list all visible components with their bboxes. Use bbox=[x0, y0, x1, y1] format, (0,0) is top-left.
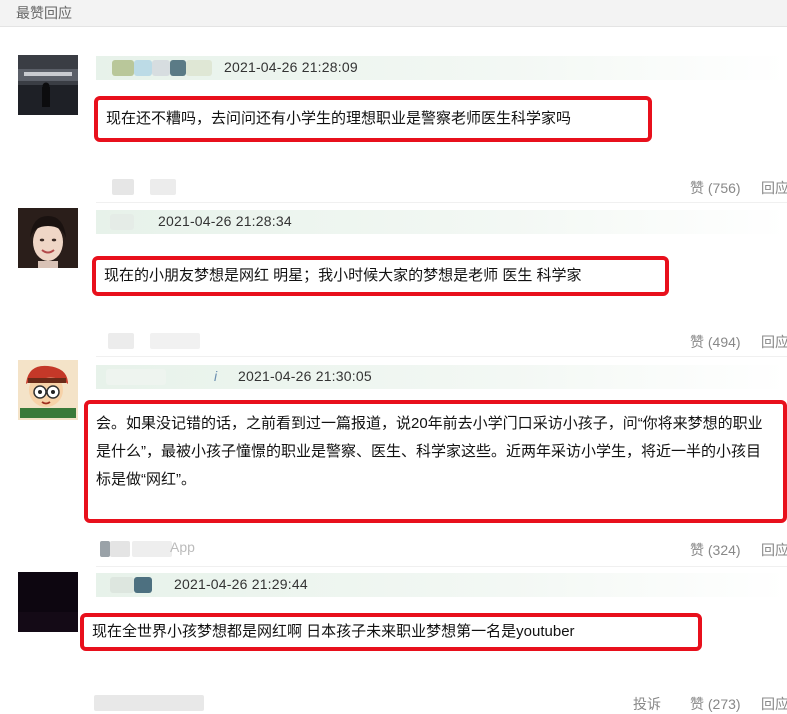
reply-button[interactable]: 回应 bbox=[761, 178, 787, 198]
comment-timestamp: 2021-04-26 21:28:34 bbox=[158, 213, 292, 229]
username-blurred[interactable] bbox=[186, 60, 212, 76]
avatar[interactable] bbox=[18, 55, 78, 115]
section-title: 最赞回应 bbox=[16, 5, 72, 21]
comment-actions: App 赞 (324) 回应 bbox=[0, 538, 787, 560]
username-blurred[interactable] bbox=[110, 214, 134, 230]
comment-timestamp: 2021-04-26 21:30:05 bbox=[238, 368, 372, 384]
username-blurred[interactable] bbox=[112, 179, 134, 195]
username-blurred[interactable] bbox=[112, 60, 134, 76]
comment-meta: i 2021-04-26 21:30:05 bbox=[96, 365, 787, 389]
divider bbox=[96, 356, 787, 357]
reply-button[interactable]: 回应 bbox=[761, 332, 787, 352]
reply-button[interactable]: 回应 bbox=[761, 694, 787, 714]
username-blurred[interactable] bbox=[150, 333, 200, 349]
comment-text: 会。如果没记错的话，之前看到过一篇报道，说20年前去小学门口采访小孩子，问“你将… bbox=[96, 415, 763, 488]
username-blurred[interactable] bbox=[152, 60, 170, 76]
section-header: 最赞回应 bbox=[0, 0, 787, 27]
like-button[interactable]: 赞 (494) bbox=[690, 332, 741, 352]
avatar[interactable] bbox=[18, 360, 78, 420]
highlight-box: 会。如果没记错的话，之前看到过一篇报道，说20年前去小学门口采访小孩子，问“你将… bbox=[84, 400, 787, 523]
username-blurred[interactable] bbox=[134, 577, 152, 593]
comment-meta: 2021-04-26 21:28:09 bbox=[96, 56, 787, 80]
reply-button[interactable]: 回应 bbox=[761, 540, 787, 560]
comment-timestamp: 2021-04-26 21:28:09 bbox=[224, 59, 358, 75]
comment-meta: 2021-04-26 21:29:44 bbox=[96, 573, 787, 597]
comment-actions: 赞 (756) 回应 bbox=[0, 176, 787, 198]
username-blurred[interactable] bbox=[170, 60, 186, 76]
username-blurred[interactable] bbox=[108, 333, 134, 349]
comment-text: 现在的小朋友梦想是网红 明星；我小时候大家的梦想是老师 医生 科学家 bbox=[104, 267, 582, 284]
avatar-image bbox=[18, 360, 78, 420]
comment-text: 现在还不糟吗，去问问还有小学生的理想职业是警察老师医生科学家吗 bbox=[106, 110, 572, 127]
like-button[interactable]: 赞 (273) bbox=[690, 694, 741, 714]
comment-actions: 投诉 赞 (273) 回应 bbox=[0, 692, 787, 714]
avatar-image bbox=[18, 572, 78, 632]
comment-timestamp: 2021-04-26 21:29:44 bbox=[174, 576, 308, 592]
username-blurred[interactable] bbox=[110, 541, 130, 557]
highlight-box: 现在全世界小孩梦想都是网红啊 日本孩子未来职业梦想第一名是youtuber bbox=[80, 613, 702, 651]
highlight-box: 现在的小朋友梦想是网红 明星；我小时候大家的梦想是老师 医生 科学家 bbox=[92, 256, 669, 296]
username-blurred[interactable] bbox=[100, 541, 110, 557]
avatar-image bbox=[18, 55, 78, 115]
avatar[interactable] bbox=[18, 572, 78, 632]
comment-meta: 2021-04-26 21:28:34 bbox=[96, 210, 787, 234]
username-blurred[interactable] bbox=[150, 179, 176, 195]
avatar[interactable] bbox=[18, 208, 78, 268]
username-blurred[interactable] bbox=[94, 695, 204, 711]
app-label: App bbox=[170, 539, 195, 555]
report-button[interactable]: 投诉 bbox=[633, 694, 661, 714]
comment-actions: 赞 (494) 回应 bbox=[0, 330, 787, 352]
username-blurred[interactable] bbox=[132, 541, 172, 557]
divider bbox=[96, 566, 787, 567]
like-button[interactable]: 赞 (756) bbox=[690, 178, 741, 198]
username-blurred[interactable] bbox=[110, 577, 134, 593]
divider bbox=[96, 202, 787, 203]
username-fragment[interactable]: i bbox=[214, 368, 217, 384]
highlight-box: 现在还不糟吗，去问问还有小学生的理想职业是警察老师医生科学家吗 bbox=[94, 96, 652, 142]
like-button[interactable]: 赞 (324) bbox=[690, 540, 741, 560]
avatar-image bbox=[18, 208, 78, 268]
comment-text: 现在全世界小孩梦想都是网红啊 日本孩子未来职业梦想第一名是youtuber bbox=[92, 623, 575, 640]
username-blurred[interactable] bbox=[106, 369, 166, 385]
username-blurred[interactable] bbox=[134, 60, 152, 76]
